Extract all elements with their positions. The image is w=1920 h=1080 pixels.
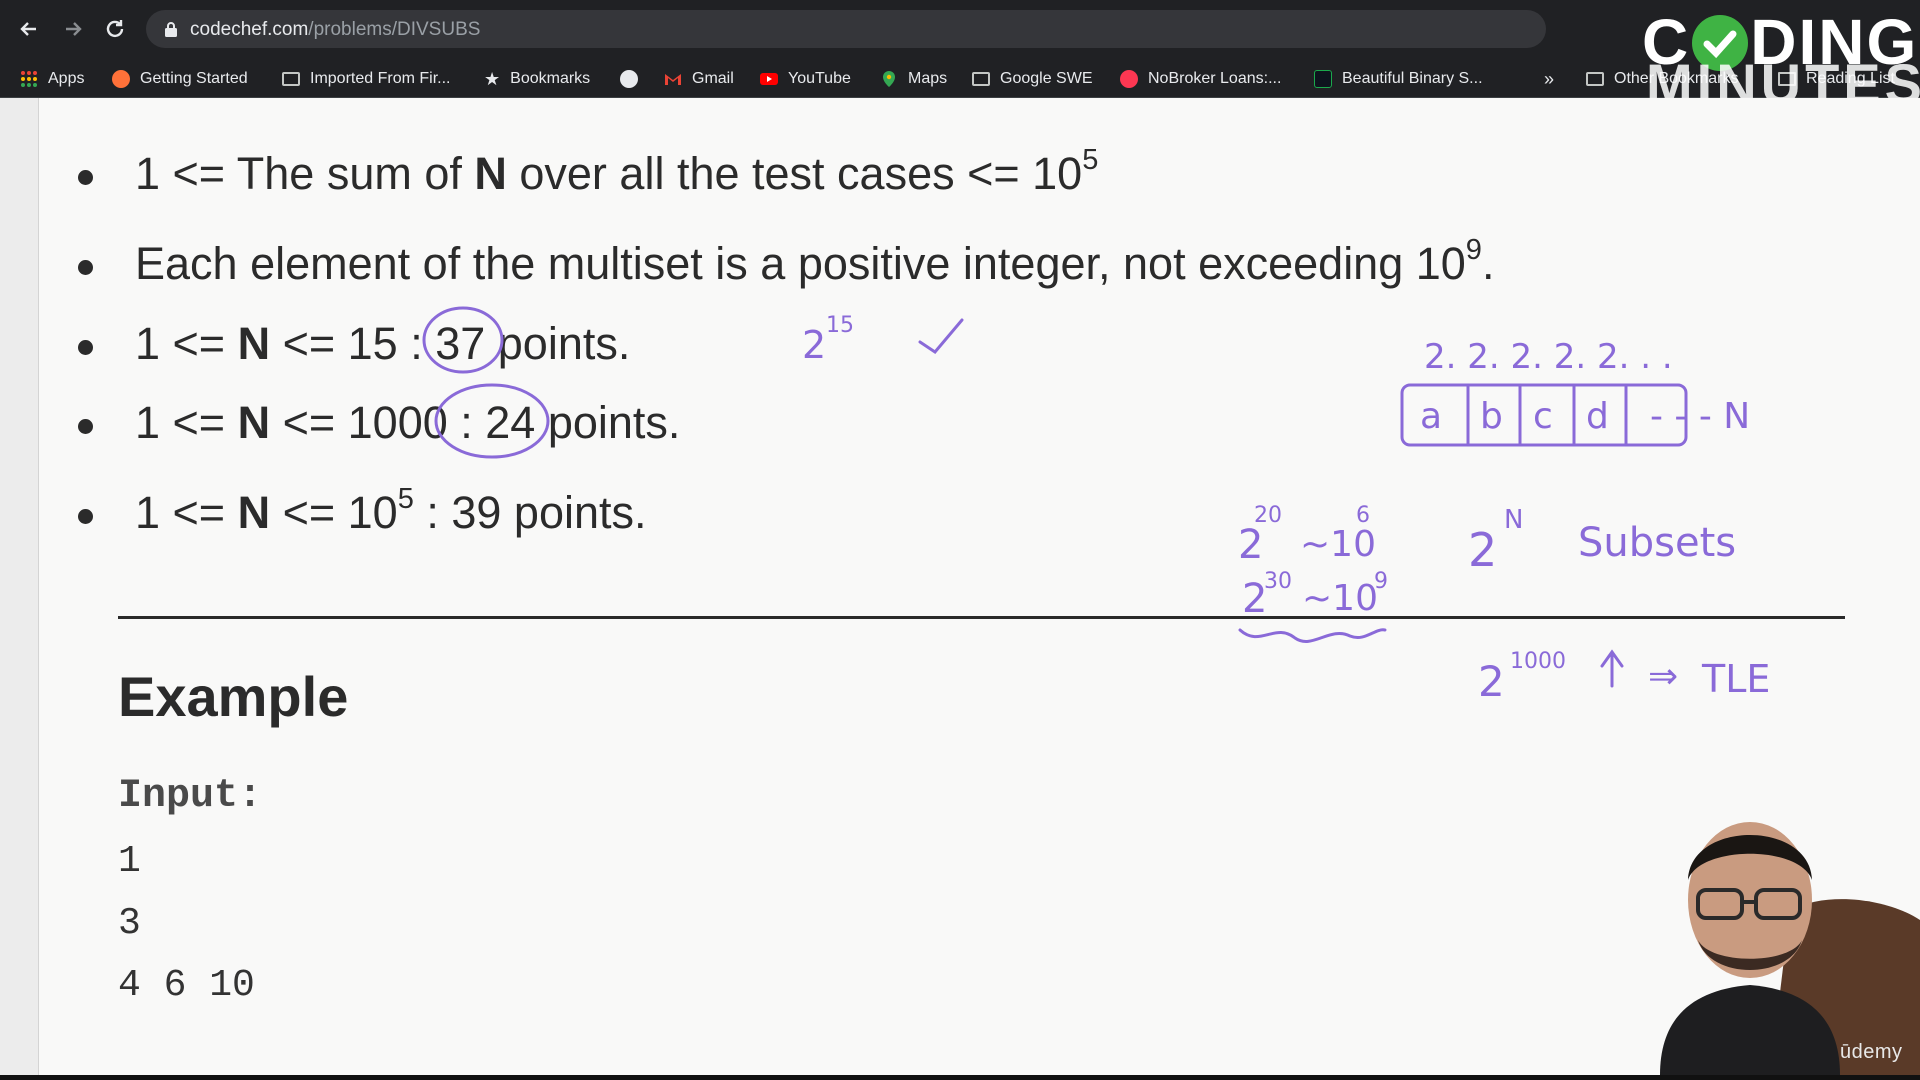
firefox-icon	[112, 70, 130, 88]
bookmark-label: Gmail	[692, 70, 734, 87]
bookmark-label: YouTube	[788, 70, 851, 87]
input-line: 3	[118, 902, 141, 945]
maps-icon	[883, 71, 895, 87]
bookmark-label: Apps	[48, 70, 85, 87]
bookmark-label: Getting Started	[140, 70, 248, 87]
hackerrank-icon	[1314, 70, 1332, 88]
overflow-chevron-icon: »	[1544, 68, 1555, 89]
github-icon	[620, 70, 638, 88]
lock-icon	[165, 22, 177, 37]
input-label: Input:	[118, 774, 263, 819]
bookmark-beautiful-binary[interactable]: Beautiful Binary S...	[1314, 68, 1483, 90]
constraint-item: 1 <= N <= 1000 : 24 points.	[78, 397, 680, 449]
constraint-item: Each element of the multiset is a positi…	[78, 234, 1494, 290]
udemy-watermark: ūdemy	[1840, 1041, 1903, 1063]
bullet-dot	[78, 509, 93, 524]
bookmark-maps[interactable]: Maps	[880, 68, 947, 90]
bookmark-label: Bookmarks	[510, 70, 591, 87]
bottom-bar	[0, 1075, 1920, 1080]
folder-icon	[1586, 72, 1604, 86]
bullet-dot	[78, 340, 93, 355]
youtube-icon	[760, 73, 778, 85]
bookmark-label: NoBroker Loans:...	[1148, 70, 1282, 87]
bookmark-github[interactable]	[620, 68, 638, 90]
bookmark-label: Beautiful Binary S...	[1342, 70, 1483, 87]
section-divider	[118, 616, 1845, 619]
browser-toolbar: codechef.com/problems/DIVSUBS	[0, 0, 1920, 58]
input-line: 1	[118, 840, 141, 883]
bullet-dot	[78, 260, 93, 275]
checkmark-icon	[1692, 15, 1749, 72]
star-icon: ★	[484, 68, 501, 89]
bookmark-imported-folder[interactable]: Imported From Fir...	[282, 68, 450, 90]
reload-icon[interactable]	[100, 14, 130, 44]
bookmark-gmail[interactable]: Gmail	[664, 68, 734, 90]
url-text: codechef.com/problems/DIVSUBS	[190, 19, 481, 40]
bookmark-bookmarks[interactable]: ★ Bookmarks	[484, 68, 590, 90]
input-line: 4 6 10	[118, 964, 255, 1007]
page-left-margin	[0, 98, 39, 1075]
constraint-item: 1 <= The sum of N over all the test case…	[78, 144, 1098, 200]
bookmark-label: Google SWE	[1000, 70, 1093, 87]
bullet-dot	[78, 170, 93, 185]
nobroker-icon	[1120, 70, 1138, 88]
bookmark-youtube[interactable]: YouTube	[760, 68, 851, 90]
webcam-presenter	[1600, 790, 1920, 1075]
forward-arrow-icon[interactable]	[58, 14, 88, 44]
bookmarks-bar: Apps Getting Started Imported From Fir..…	[0, 58, 1920, 98]
bookmark-nobroker[interactable]: NoBroker Loans:...	[1120, 68, 1281, 90]
gmail-icon	[665, 74, 681, 85]
apps-grid-icon	[21, 71, 37, 87]
address-bar[interactable]: codechef.com/problems/DIVSUBS	[146, 10, 1546, 48]
bookmark-apps[interactable]: Apps	[20, 68, 84, 90]
bullet-dot	[78, 419, 93, 434]
example-heading: Example	[118, 665, 349, 728]
logo-subtitle: MINUTES	[1646, 64, 1920, 98]
folder-icon	[972, 72, 990, 86]
constraint-item: 1 <= N <= 105 : 39 points.	[78, 483, 647, 539]
folder-icon	[282, 72, 300, 86]
bookmark-getting-started[interactable]: Getting Started	[112, 68, 248, 90]
bookmark-label: Imported From Fir...	[310, 70, 451, 87]
bookmark-google-swe[interactable]: Google SWE	[972, 68, 1092, 90]
back-arrow-icon[interactable]	[14, 14, 44, 44]
bookmarks-overflow-button[interactable]: »	[1544, 68, 1554, 90]
constraint-item: 1 <= N <= 15 : 37 points.	[78, 318, 630, 370]
bookmark-label: Maps	[908, 70, 948, 87]
